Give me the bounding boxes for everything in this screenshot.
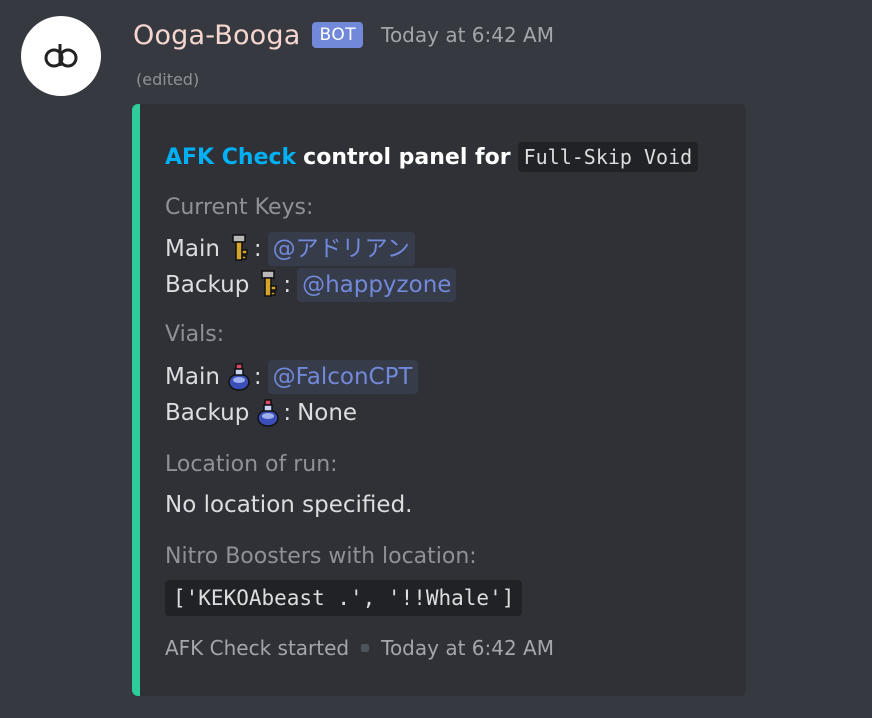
message-timestamp[interactable]: Today at 6:42 AM — [381, 23, 554, 47]
embed-title: AFK Check control panel for Full-Skip Vo… — [165, 142, 699, 172]
vial-icon — [228, 363, 250, 391]
keys-main-line: Main : @アドリアン — [165, 232, 415, 266]
keys-field-name: Current Keys: — [165, 195, 314, 220]
vials-field-name: Vials: — [165, 322, 225, 347]
embed-footer: AFK Check started Today at 6:42 AM — [165, 636, 554, 660]
keys-main-mention[interactable]: @アドリアン — [267, 232, 415, 266]
vials-backup-line: Backup : None — [165, 399, 358, 427]
username[interactable]: Ooga-Booga — [133, 20, 300, 51]
key-icon — [232, 234, 248, 261]
edited-label: (edited) — [136, 70, 200, 89]
vials-main-line: Main : @FalconCPT — [165, 360, 418, 394]
embed-title-link[interactable]: AFK Check — [165, 145, 296, 170]
dungeon-name-code: Full-Skip Void — [517, 142, 699, 172]
vials-main-mention[interactable]: @FalconCPT — [267, 360, 418, 394]
key-icon — [261, 270, 278, 297]
location-field-name: Location of run: — [165, 452, 338, 477]
bot-badge: BOT — [312, 22, 364, 48]
keys-backup-mention[interactable]: @happyzone — [297, 268, 457, 302]
keys-main-label: Main — [165, 236, 220, 262]
message-header: Ooga-Booga BOT Today at 6:42 AM — [133, 15, 554, 55]
keys-backup-line: Backup : @happyzone — [165, 268, 457, 302]
footer-timestamp: Today at 6:42 AM — [381, 636, 554, 660]
boosters-field-name: Nitro Boosters with location: — [165, 544, 477, 569]
vial-icon — [257, 399, 280, 427]
keys-backup-label: Backup — [165, 272, 250, 298]
embed: AFK Check control panel for Full-Skip Vo… — [132, 104, 746, 696]
location-value: No location specified. — [165, 492, 413, 518]
vials-main-label: Main — [165, 364, 220, 390]
bot-logo-icon — [44, 44, 78, 68]
vials-backup-value: None — [297, 400, 358, 426]
footer-separator — [361, 644, 370, 652]
embed-accent-bar — [132, 104, 140, 696]
vials-backup-label: Backup — [165, 400, 250, 426]
boosters-codeblock: ['KEKOAbeast .', '!!Whale'] — [165, 580, 523, 616]
embed-title-text: control panel for — [303, 144, 511, 170]
footer-text: AFK Check started — [165, 636, 350, 660]
bot-avatar[interactable] — [21, 16, 101, 96]
